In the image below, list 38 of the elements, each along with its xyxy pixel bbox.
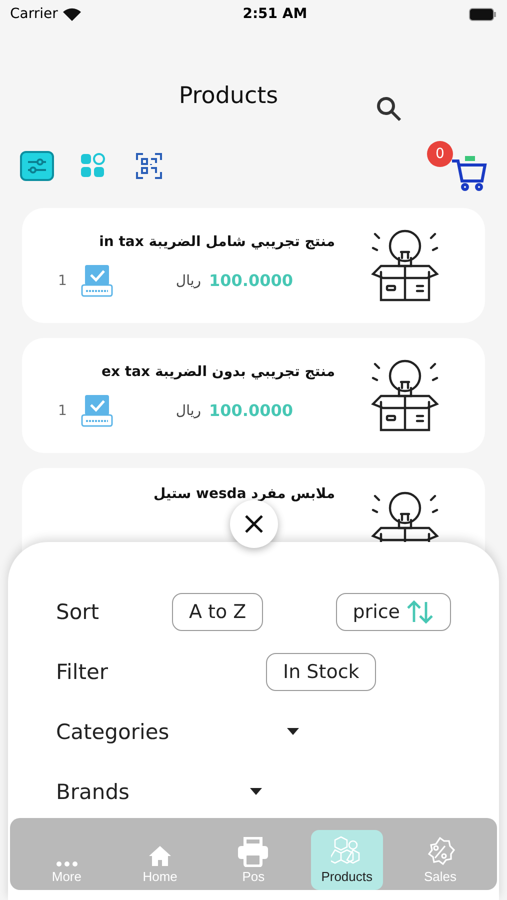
dropdown-caret-icon[interactable] <box>287 728 300 736</box>
grid-icon <box>80 153 106 179</box>
sort-label: Sort <box>56 600 100 624</box>
status-time: 2:51 AM <box>242 6 308 22</box>
in-stock-icon <box>80 264 113 298</box>
sort-arrows-icon <box>406 600 434 624</box>
currency-label: ريال <box>176 402 202 418</box>
cart-icon[interactable] <box>451 153 487 191</box>
view-toggle[interactable] <box>20 151 54 181</box>
more-icon <box>56 861 78 867</box>
cart-count-badge: 0 <box>427 141 453 167</box>
filter-option[interactable]: In Stock <box>266 653 376 691</box>
nav-tab[interactable]: Products <box>310 830 383 890</box>
dropdown-label: Categories <box>56 720 170 744</box>
qr-code-icon <box>136 153 162 179</box>
close-icon <box>244 514 264 534</box>
filter-label: Filter <box>56 660 110 684</box>
product-price: 100.0000 <box>209 271 294 290</box>
sort-option[interactable]: price <box>336 593 451 631</box>
in-stock-icon <box>80 394 113 428</box>
product-name: ملابس مفرد wesda ستيل <box>153 486 335 502</box>
sort-option[interactable]: A to Z <box>172 593 264 631</box>
stock-quantity: 1 <box>58 402 67 418</box>
search-icon[interactable] <box>376 96 402 122</box>
currency-label: ريال <box>176 272 202 288</box>
percent-badge-icon <box>425 837 456 867</box>
stock-quantity: 1 <box>58 272 67 288</box>
dropdown-label: Brands <box>56 780 130 804</box>
product-name: منتج تجريبي شامل الضريبة in tax <box>99 234 335 250</box>
dropdown-caret-icon[interactable] <box>250 788 262 796</box>
product-name: منتج تجريبي بدون الضريبة ex tax <box>102 364 335 380</box>
wifi-icon <box>62 8 81 20</box>
page-title: Products <box>178 83 278 109</box>
home-icon <box>148 845 172 867</box>
product-price: 100.0000 <box>209 401 294 420</box>
battery-icon <box>468 8 497 20</box>
printer-icon <box>237 837 270 867</box>
carrier-label: Carrier <box>10 6 58 22</box>
